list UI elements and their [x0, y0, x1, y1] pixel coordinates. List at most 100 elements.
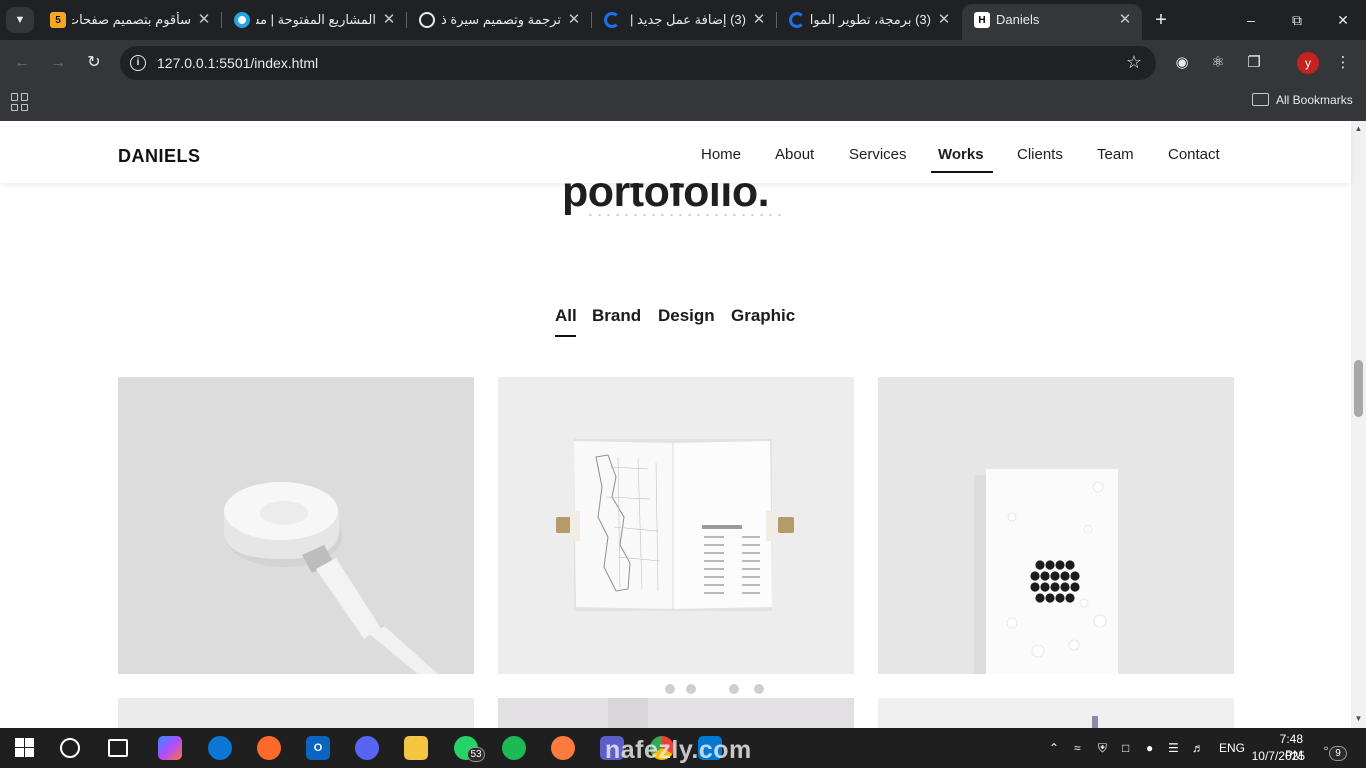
filter-design[interactable]: Design	[658, 306, 715, 326]
chatgpt-icon	[419, 12, 435, 28]
charger-image	[224, 482, 438, 674]
tab-1[interactable]: 5 سأقوم بتصميم صفحات ✕	[38, 0, 221, 40]
nav-works[interactable]: Works	[938, 146, 984, 164]
reload-button[interactable]: ↻	[83, 52, 105, 74]
windows-start-icon[interactable]	[15, 738, 34, 757]
title-dots-divider	[586, 214, 786, 216]
nafezly-icon	[604, 12, 620, 28]
tab-close-icon[interactable]: ✕	[380, 11, 398, 29]
tab-3[interactable]: ترجمة وتصميم سيرة ذا ✕	[407, 0, 591, 40]
card-image	[1092, 716, 1098, 728]
portfolio-card-dots-box[interactable]	[878, 377, 1234, 674]
carousel-dot[interactable]	[686, 684, 696, 694]
copilot-icon[interactable]	[158, 736, 182, 760]
tab-5[interactable]: (3) برمجة، تطوير المواقع ✕	[777, 0, 961, 40]
plus-icon: +	[1155, 9, 1167, 31]
whatsapp-badge: 53	[467, 747, 485, 762]
nav-home[interactable]: Home	[701, 146, 741, 164]
profile-avatar[interactable]: y	[1297, 52, 1319, 74]
outlook-icon[interactable]: O	[306, 736, 330, 760]
filter-brand[interactable]: Brand	[592, 306, 641, 326]
task-view-icon[interactable]	[108, 739, 128, 757]
tab-active-daniels[interactable]: H Daniels ✕	[962, 4, 1142, 40]
microphone-icon[interactable]: ●	[1146, 740, 1153, 756]
page-viewport: portofolio. DANIELS Home About Services …	[0, 121, 1366, 728]
portfolio-card-map-book[interactable]	[498, 377, 854, 674]
address-bar[interactable]: i 127.0.0.1:5501/index.html ☆	[120, 46, 1156, 80]
scrollbar-thumb[interactable]	[1354, 360, 1363, 417]
puzzle-icon[interactable]: ❐	[1244, 53, 1264, 73]
carousel-dot[interactable]	[729, 684, 739, 694]
portfolio-card-6[interactable]	[878, 698, 1234, 728]
portfolio-card-5[interactable]	[498, 698, 854, 728]
nav-contact[interactable]: Contact	[1168, 146, 1220, 164]
tab-favicon-icon: H	[974, 12, 990, 28]
minimize-button[interactable]: –	[1231, 6, 1271, 34]
site-logo[interactable]: DANIELS	[118, 145, 201, 167]
chevron-up-icon[interactable]: ⌃	[1049, 740, 1059, 756]
card-image	[608, 698, 648, 728]
spotify-icon[interactable]	[502, 736, 526, 760]
info-icon[interactable]: i	[130, 55, 146, 71]
tab-list-button[interactable]: ▼	[6, 7, 34, 33]
forward-button[interactable]: →	[47, 52, 69, 74]
bookmarks-bar	[0, 85, 1366, 121]
restore-button[interactable]: ⧉	[1277, 6, 1317, 34]
filter-all[interactable]: All	[555, 306, 577, 326]
wifi-icon[interactable]: ≈	[1074, 740, 1081, 756]
portfolio-card-charger[interactable]	[118, 377, 474, 674]
kebab-menu-icon[interactable]: ⋮	[1333, 53, 1353, 73]
all-bookmarks-button[interactable]: All Bookmarks	[1276, 93, 1353, 107]
tab-close-icon[interactable]: ✕	[935, 11, 953, 29]
filter-graphic[interactable]: Graphic	[731, 306, 795, 326]
new-tab-button[interactable]: +	[1150, 9, 1172, 31]
watermark-text: nafezly.com	[605, 736, 752, 764]
chevron-down-icon: ▼	[14, 14, 26, 26]
tab-close-icon[interactable]: ✕	[1116, 11, 1134, 29]
tab-4[interactable]: (3) إضافة عمل جديد | مس ✕	[592, 0, 776, 40]
map-book-image	[556, 439, 794, 611]
nav-clients[interactable]: Clients	[1017, 146, 1063, 164]
language-indicator[interactable]: ENG	[1219, 740, 1245, 756]
carousel-dot[interactable]	[665, 684, 675, 694]
reload-icon: ↻	[87, 54, 101, 71]
clock-date[interactable]: 10/7/2025	[1249, 748, 1305, 764]
react-extension-icon[interactable]: ⚛	[1208, 53, 1228, 73]
scroll-up-arrow-icon[interactable]: ▲	[1353, 124, 1364, 134]
carousel-dot[interactable]	[754, 684, 764, 694]
site-header: DANIELS Home About Services Works Client…	[0, 121, 1351, 183]
tab-close-icon[interactable]: ✕	[750, 11, 768, 29]
nav-services[interactable]: Services	[849, 146, 907, 164]
firefox-icon[interactable]	[257, 736, 281, 760]
sublime-icon[interactable]	[551, 736, 575, 760]
edge-icon[interactable]	[208, 736, 232, 760]
browser-window: ▼ 5 سأقوم بتصميم صفحات ✕ المشاريع المفتو…	[0, 0, 1366, 121]
input-method-icon[interactable]: ☰	[1168, 740, 1179, 756]
tab-2[interactable]: المشاريع المفتوحة | مست ✕	[222, 0, 406, 40]
notifications-icon[interactable]: ▫	[1324, 740, 1328, 756]
minimize-icon: –	[1247, 12, 1255, 28]
arrow-right-icon: →	[50, 54, 66, 71]
volume-icon[interactable]: ♬	[1192, 740, 1204, 756]
page-scrollbar[interactable]	[1351, 121, 1366, 728]
camera-icon[interactable]: □	[1122, 740, 1129, 756]
search-icon[interactable]	[60, 738, 80, 758]
back-button[interactable]: ←	[11, 52, 33, 74]
address-text[interactable]: 127.0.0.1:5501/index.html	[157, 55, 318, 71]
tab-close-icon[interactable]: ✕	[195, 11, 213, 29]
tab-favicon-icon: 5	[50, 12, 66, 28]
star-icon[interactable]: ☆	[1126, 52, 1142, 72]
apps-grid-icon[interactable]	[11, 93, 29, 111]
portfolio-card-4[interactable]	[118, 698, 474, 728]
close-window-button[interactable]: ✕	[1323, 6, 1363, 34]
shield-icon[interactable]: ⛨	[1098, 740, 1107, 756]
scroll-down-arrow-icon[interactable]: ▼	[1353, 714, 1364, 724]
discord-icon[interactable]	[355, 736, 379, 760]
folder-icon	[1252, 93, 1269, 106]
notifications-badge: 9	[1329, 746, 1347, 761]
circle-extension-icon[interactable]: ◉	[1172, 53, 1192, 73]
nav-about[interactable]: About	[775, 146, 814, 164]
tab-close-icon[interactable]: ✕	[565, 11, 583, 29]
file-explorer-icon[interactable]	[404, 736, 428, 760]
nav-team[interactable]: Team	[1097, 146, 1134, 164]
